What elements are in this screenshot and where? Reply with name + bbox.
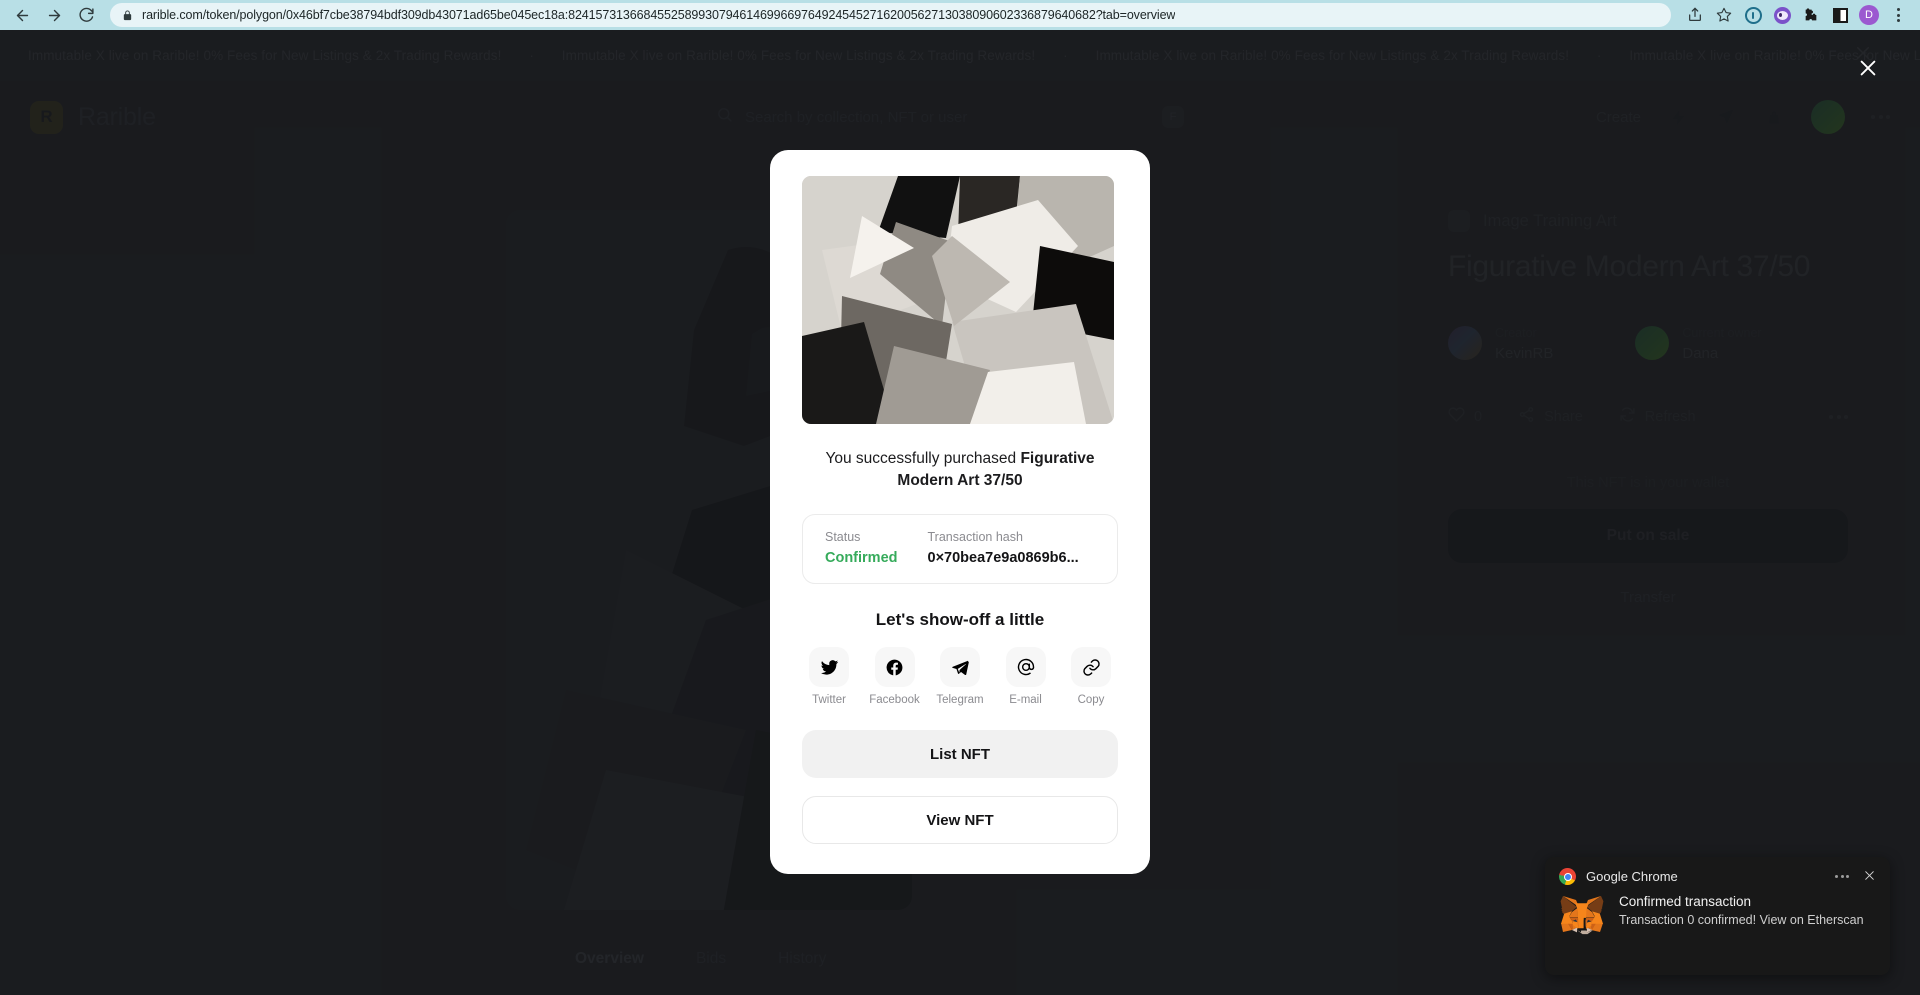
facebook-icon [874, 647, 915, 687]
notification-header: Google Chrome [1559, 868, 1876, 885]
share-copy[interactable]: Copy [1064, 647, 1118, 706]
share-buttons-row: Twitter Facebook Telegram E-mail Copy [802, 647, 1118, 706]
view-nft-button[interactable]: View NFT [802, 796, 1118, 844]
share-telegram-label: Telegram [936, 694, 984, 706]
extensions-puzzle-icon[interactable] [1797, 1, 1825, 29]
transaction-status-card: Status Confirmed Transaction hash 0×70be… [802, 514, 1118, 584]
kebab-menu-icon[interactable] [1884, 1, 1912, 29]
back-arrow-icon[interactable] [6, 1, 38, 29]
share-facebook-label: Facebook [869, 694, 920, 706]
close-icon[interactable] [1846, 46, 1890, 90]
notification-message: Transaction 0 confirmed! View on Ethersc… [1619, 913, 1864, 927]
star-icon[interactable] [1710, 1, 1738, 29]
share-email-label: E-mail [1009, 694, 1042, 706]
tx-hash-value: 0×70bea7e9a0869b6... [927, 550, 1079, 566]
status-block: Status Confirmed [825, 530, 898, 566]
screen: rarible.com/token/polygon/0x46bf7cbe3879… [0, 0, 1920, 995]
url-text: rarible.com/token/polygon/0x46bf7cbe3879… [142, 8, 1176, 22]
status-label: Status [825, 530, 861, 544]
purchase-success-modal: You successfully purchased Figurative Mo… [770, 150, 1150, 874]
email-at-icon [1005, 647, 1046, 687]
notification-app-name: Google Chrome [1586, 869, 1678, 884]
browser-toolbar: rarible.com/token/polygon/0x46bf7cbe3879… [0, 0, 1920, 30]
split-view-icon[interactable] [1826, 1, 1854, 29]
tx-hash-label: Transaction hash [927, 530, 1023, 544]
tx-hash-block[interactable]: Transaction hash 0×70bea7e9a0869b6... [928, 530, 1079, 566]
lock-icon [122, 9, 133, 22]
notification-more-icon[interactable] [1835, 875, 1849, 878]
forward-arrow-icon[interactable] [38, 1, 70, 29]
nft-preview-image [802, 176, 1114, 424]
reload-icon[interactable] [70, 1, 102, 29]
address-bar[interactable]: rarible.com/token/polygon/0x46bf7cbe3879… [110, 3, 1671, 27]
list-nft-button[interactable]: List NFT [802, 730, 1118, 778]
share-section-title: Let's show-off a little [875, 610, 1045, 629]
share-copy-label: Copy [1077, 694, 1105, 706]
navigation-buttons [0, 1, 102, 29]
telegram-icon [940, 647, 980, 687]
extension-icon-1[interactable] [1739, 1, 1767, 29]
share-icon[interactable] [1681, 1, 1709, 29]
chrome-logo-icon [1559, 868, 1576, 885]
status-badge: Confirmed [825, 550, 898, 566]
notification-body: Confirmed transaction Transaction 0 conf… [1559, 894, 1876, 936]
profile-initial: D [1859, 5, 1879, 25]
share-email[interactable]: E-mail [999, 647, 1053, 706]
twitter-icon [809, 647, 849, 687]
chrome-notification[interactable]: Google Chrome Confirmed transaction Tran… [1545, 857, 1890, 975]
profile-avatar[interactable]: D [1855, 1, 1883, 29]
share-facebook[interactable]: Facebook [868, 647, 922, 706]
notification-close-icon[interactable] [1863, 869, 1876, 885]
caption-prefix: You successfully purchased [825, 450, 1021, 467]
extension-icon-2[interactable] [1768, 1, 1796, 29]
share-telegram[interactable]: Telegram [933, 647, 987, 706]
purchase-caption: You successfully purchased Figurative Mo… [802, 448, 1118, 492]
browser-toolbar-icons: D [1681, 1, 1920, 29]
metamask-fox-icon [1559, 894, 1605, 936]
link-copy-icon [1071, 647, 1111, 687]
notification-title: Confirmed transaction [1619, 894, 1752, 909]
share-twitter[interactable]: Twitter [802, 647, 856, 706]
share-twitter-label: Twitter [812, 694, 846, 706]
nft-preview-artwork [802, 176, 1114, 424]
